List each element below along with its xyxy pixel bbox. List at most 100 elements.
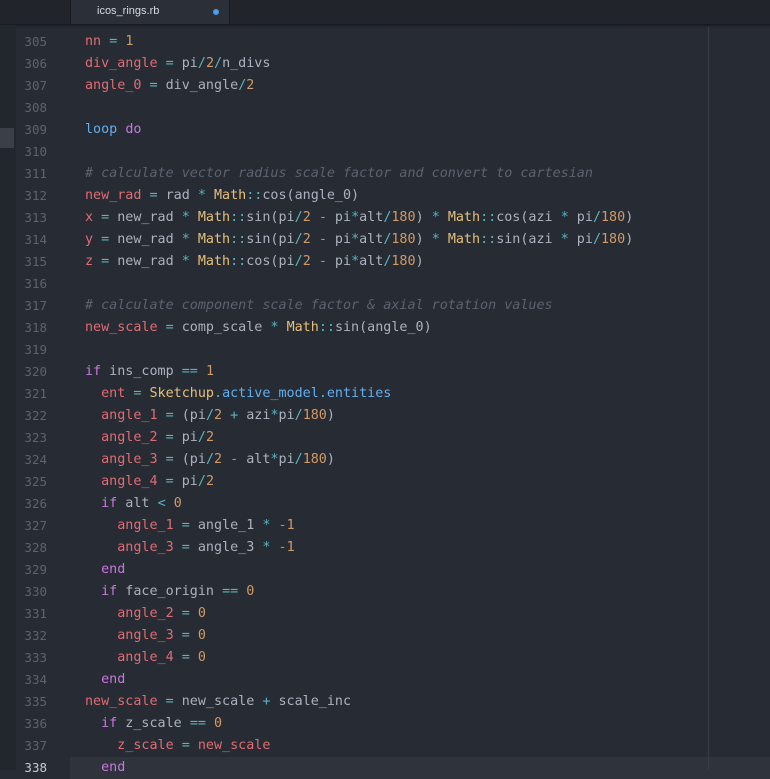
line-number: 307 xyxy=(24,78,47,93)
code-token: angle_3 xyxy=(101,452,158,467)
code-token: pi xyxy=(326,210,352,225)
code-token: div_angle xyxy=(85,56,158,71)
code-token: / xyxy=(294,210,303,225)
code-line[interactable]: nn = 1 xyxy=(85,31,133,53)
code-token: 180 xyxy=(302,408,327,423)
tab-icos-rings[interactable]: icos_rings.rb xyxy=(70,0,230,24)
cursor-line-highlight xyxy=(70,757,770,779)
code-token: end xyxy=(101,672,126,687)
code-token: 2 xyxy=(205,430,214,445)
code-token: Math xyxy=(447,232,481,247)
code-line[interactable]: ent = Sketchup.active_model.entities xyxy=(85,383,391,405)
code-token: n_divs xyxy=(222,56,271,71)
code-token: new_rad xyxy=(109,210,182,225)
code-token: - xyxy=(318,254,327,269)
code-token: 180 xyxy=(391,210,416,225)
code-editor[interactable]: nn = 1 div_angle = pi/2/n_divs angle_0 = d… xyxy=(70,25,770,779)
code-line[interactable]: if alt < 0 xyxy=(85,493,182,515)
line-number: 316 xyxy=(24,276,47,291)
code-line[interactable]: z_scale = new_scale xyxy=(85,735,270,757)
code-line[interactable]: if ins_comp == 1 xyxy=(85,361,214,383)
code-line[interactable]: if z_scale == 0 xyxy=(85,713,222,735)
line-number: 320 xyxy=(24,364,47,379)
code-token: z_scale xyxy=(117,716,190,731)
code-token: y xyxy=(85,232,94,247)
code-line[interactable]: z = new_rad * Math::cos(pi/2 - pi*alt/18… xyxy=(85,251,424,273)
code-line[interactable]: x = new_rad * Math::sin(pi/2 - pi*alt/18… xyxy=(85,207,633,229)
code-token: 0 xyxy=(214,716,223,731)
line-number: 306 xyxy=(24,56,47,71)
code-token: scale_inc xyxy=(270,694,352,709)
code-line[interactable]: angle_1 = (pi/2 + azi*pi/180) xyxy=(85,405,335,427)
code-line[interactable]: angle_0 = div_angle/2 xyxy=(85,75,254,97)
code-token: ins_comp xyxy=(101,364,182,379)
code-token: * xyxy=(560,210,569,225)
code-line[interactable]: loop do xyxy=(85,119,141,141)
code-token: = xyxy=(181,650,190,665)
code-token: do xyxy=(125,122,142,137)
code-token: * xyxy=(351,232,360,247)
code-token: = xyxy=(181,540,190,555)
code-line[interactable]: if face_origin == 0 xyxy=(85,581,254,603)
code-token: sin(pi xyxy=(246,232,295,247)
code-line[interactable]: angle_2 = 0 xyxy=(85,603,206,625)
code-token: = xyxy=(149,78,158,93)
code-line[interactable]: # calculate component scale factor & axi… xyxy=(85,295,553,317)
code-line[interactable]: new_scale = comp_scale * Math::sin(angle… xyxy=(85,317,432,339)
code-token: * xyxy=(351,210,360,225)
code-line[interactable]: new_scale = new_scale + scale_inc xyxy=(85,691,351,713)
code-token: = xyxy=(149,188,158,203)
line-number: 337 xyxy=(24,738,47,753)
code-token: 2 xyxy=(205,474,214,489)
code-line[interactable]: angle_3 = 0 xyxy=(85,625,206,647)
line-number: 336 xyxy=(24,716,47,731)
code-token: 1 xyxy=(125,34,134,49)
code-token: new_scale xyxy=(197,738,271,753)
line-number: 322 xyxy=(24,408,47,423)
code-line[interactable]: # calculate vector radius scale factor a… xyxy=(85,163,593,185)
code-line[interactable]: angle_1 = angle_1 * -1 xyxy=(85,515,294,537)
code-token: loop xyxy=(85,122,118,137)
code-token: / xyxy=(592,232,601,247)
code-line[interactable]: angle_3 = (pi/2 - alt*pi/180) xyxy=(85,449,335,471)
code-line[interactable]: angle_4 = 0 xyxy=(85,647,206,669)
modified-indicator-icon[interactable] xyxy=(213,9,219,15)
code-token: end xyxy=(101,562,126,577)
code-line[interactable]: angle_4 = pi/2 xyxy=(85,471,214,493)
code-token: ) xyxy=(326,452,335,467)
code-line[interactable]: y = new_rad * Math::sin(pi/2 - pi*alt/18… xyxy=(85,229,633,251)
code-line[interactable]: div_angle = pi/2/n_divs xyxy=(85,53,270,75)
code-token: Math xyxy=(214,188,247,203)
code-line[interactable]: angle_2 = pi/2 xyxy=(85,427,214,449)
code-token: Math xyxy=(197,210,231,225)
code-token: z_scale xyxy=(117,738,174,753)
code-line[interactable]: angle_3 = angle_3 * -1 xyxy=(85,537,294,559)
code-token: == xyxy=(189,716,206,731)
code-token: alt xyxy=(359,254,384,269)
code-token: 1 xyxy=(205,364,214,379)
code-token: - xyxy=(230,452,239,467)
code-token: cos(pi xyxy=(246,254,295,269)
code-line[interactable]: new_rad = rad * Math::cos(angle_0) xyxy=(85,185,359,207)
line-number: 309 xyxy=(24,122,47,137)
side-panel-strip xyxy=(0,25,16,770)
code-line[interactable]: end xyxy=(85,757,125,779)
code-token: (pi xyxy=(173,408,206,423)
line-number: 318 xyxy=(24,320,47,335)
code-token: azi xyxy=(238,408,271,423)
line-number: 332 xyxy=(24,628,47,643)
code-line[interactable]: end xyxy=(85,559,125,581)
code-token: pi xyxy=(278,452,295,467)
code-line[interactable]: end xyxy=(85,669,125,691)
